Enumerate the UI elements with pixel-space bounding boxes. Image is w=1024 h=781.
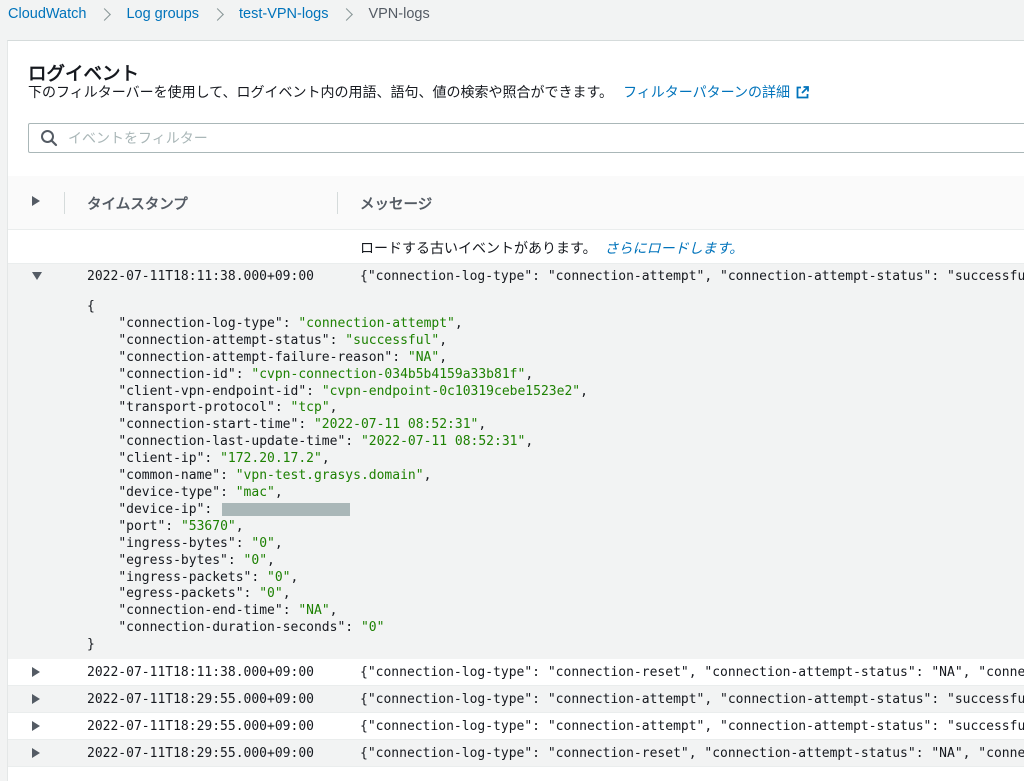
column-header-timestamp[interactable]: タイムスタンプ: [87, 193, 188, 214]
event-timestamp: 2022-07-11T18:11:38.000+09:00: [87, 665, 314, 680]
event-message: {"connection-log-type": "connection-atte…: [360, 269, 1024, 284]
load-more-link[interactable]: さらにロードします。: [605, 240, 744, 256]
breadcrumb-log-stream: VPN-logs: [368, 6, 430, 22]
json-field: "ingress-bytes": "0",: [118, 535, 283, 551]
json-close-brace: }: [87, 637, 95, 653]
table-row[interactable]: 2022-07-11T18:29:55.000+09:00 {"connecti…: [8, 686, 1024, 713]
table-row[interactable]: 2022-07-11T18:29:55.000+09:00 {"connecti…: [8, 740, 1024, 767]
event-timestamp: 2022-07-11T18:29:55.000+09:00: [87, 692, 314, 707]
json-field: "connection-last-update-time": "2022-07-…: [118, 434, 534, 450]
external-link-icon[interactable]: [796, 85, 809, 99]
filter-bar: [28, 123, 1024, 153]
event-message: {"connection-log-type": "connection-atte…: [360, 692, 1024, 707]
breadcrumb-cloudwatch[interactable]: CloudWatch: [8, 6, 86, 22]
column-header-message[interactable]: メッセージ: [360, 193, 432, 214]
event-json-detail: { "connection-log-type": "connection-att…: [87, 299, 588, 654]
breadcrumb: CloudWatch Log groups test-VPN-logs VPN-…: [8, 4, 430, 24]
breadcrumb-log-groups[interactable]: Log groups: [126, 6, 199, 22]
json-field: "port": "53670",: [118, 518, 244, 534]
json-field: "connection-attempt-failure-reason": "NA…: [118, 349, 448, 365]
json-field: "connection-log-type": "connection-attem…: [118, 315, 463, 331]
load-more-message: ロードする古いイベントがあります。 さらにロードします。: [360, 238, 743, 258]
expand-row-icon[interactable]: [32, 694, 40, 704]
filter-events-input[interactable]: [66, 129, 970, 147]
collapse-row-icon[interactable]: [32, 272, 42, 280]
expanded-event-row[interactable]: 2022-07-11T18:11:38.000+09:00 {"connecti…: [8, 264, 1024, 659]
expand-all-toggle-icon[interactable]: [32, 196, 40, 206]
filter-pattern-details-link[interactable]: フィルターパターンの詳細: [623, 82, 790, 102]
json-field: "device-ip":: [87, 502, 351, 517]
log-events-panel: ログイベント 下のフィルターバーを使用して、ログイベント内の用語、語句、値の検索…: [7, 40, 1024, 781]
expand-row-icon[interactable]: [32, 667, 40, 677]
json-field: "connection-id": "cvpn-connection-034b5b…: [118, 366, 534, 382]
column-divider: [337, 192, 338, 214]
json-field: "common-name": "vpn-test.grasys.domain",: [118, 468, 432, 484]
json-field: "connection-attempt-status": "successful…: [118, 332, 448, 348]
table-header: タイムスタンプ メッセージ: [8, 176, 1024, 230]
page-description: 下のフィルターバーを使用して、ログイベント内の用語、語句、値の検索や照合ができま…: [28, 82, 809, 102]
event-message: {"connection-log-type": "connection-atte…: [360, 719, 1024, 734]
expand-row-icon[interactable]: [32, 748, 40, 758]
chevron-right-icon: [211, 7, 224, 21]
json-field: "connection-duration-seconds": "0": [118, 620, 385, 636]
event-message: {"connection-log-type": "connection-rese…: [360, 665, 1024, 680]
expand-row-icon[interactable]: [32, 721, 40, 731]
event-timestamp: 2022-07-11T18:11:38.000+09:00: [87, 269, 314, 284]
json-field: "client-ip": "172.20.17.2",: [118, 451, 330, 467]
load-more-text: ロードする古いイベントがあります。: [360, 240, 597, 256]
json-field: "connection-start-time": "2022-07-11 08:…: [118, 417, 487, 433]
json-field: "egress-packets": "0",: [118, 586, 291, 602]
chevron-right-icon: [340, 7, 354, 21]
json-open-brace: {: [87, 299, 95, 314]
json-field: "ingress-packets": "0",: [118, 569, 299, 585]
description-text: 下のフィルターバーを使用して、ログイベント内の用語、語句、値の検索や照合ができま…: [28, 84, 614, 100]
json-field: "device-type": "mac",: [118, 484, 283, 500]
event-timestamp: 2022-07-11T18:29:55.000+09:00: [87, 746, 314, 761]
event-message: {"connection-log-type": "connection-rese…: [360, 746, 1024, 761]
chevron-right-icon: [98, 7, 112, 21]
search-icon: [41, 130, 58, 147]
load-more-row: ロードする古いイベントがあります。 さらにロードします。: [8, 230, 1024, 264]
json-field: "client-vpn-endpoint-id": "cvpn-endpoint…: [118, 383, 588, 399]
column-divider: [64, 192, 65, 214]
json-field: "egress-bytes": "0",: [118, 552, 275, 568]
breadcrumb-log-group[interactable]: test-VPN-logs: [239, 6, 328, 22]
json-field: "connection-end-time": "NA",: [118, 603, 338, 619]
json-field: "transport-protocol": "tcp",: [118, 400, 338, 416]
event-timestamp: 2022-07-11T18:29:55.000+09:00: [87, 719, 314, 734]
table-row[interactable]: 2022-07-11T18:29:55.000+09:00 {"connecti…: [8, 713, 1024, 740]
table-row[interactable]: 2022-07-11T18:11:38.000+09:00 {"connecti…: [8, 659, 1024, 686]
redacted-value: [222, 502, 351, 516]
